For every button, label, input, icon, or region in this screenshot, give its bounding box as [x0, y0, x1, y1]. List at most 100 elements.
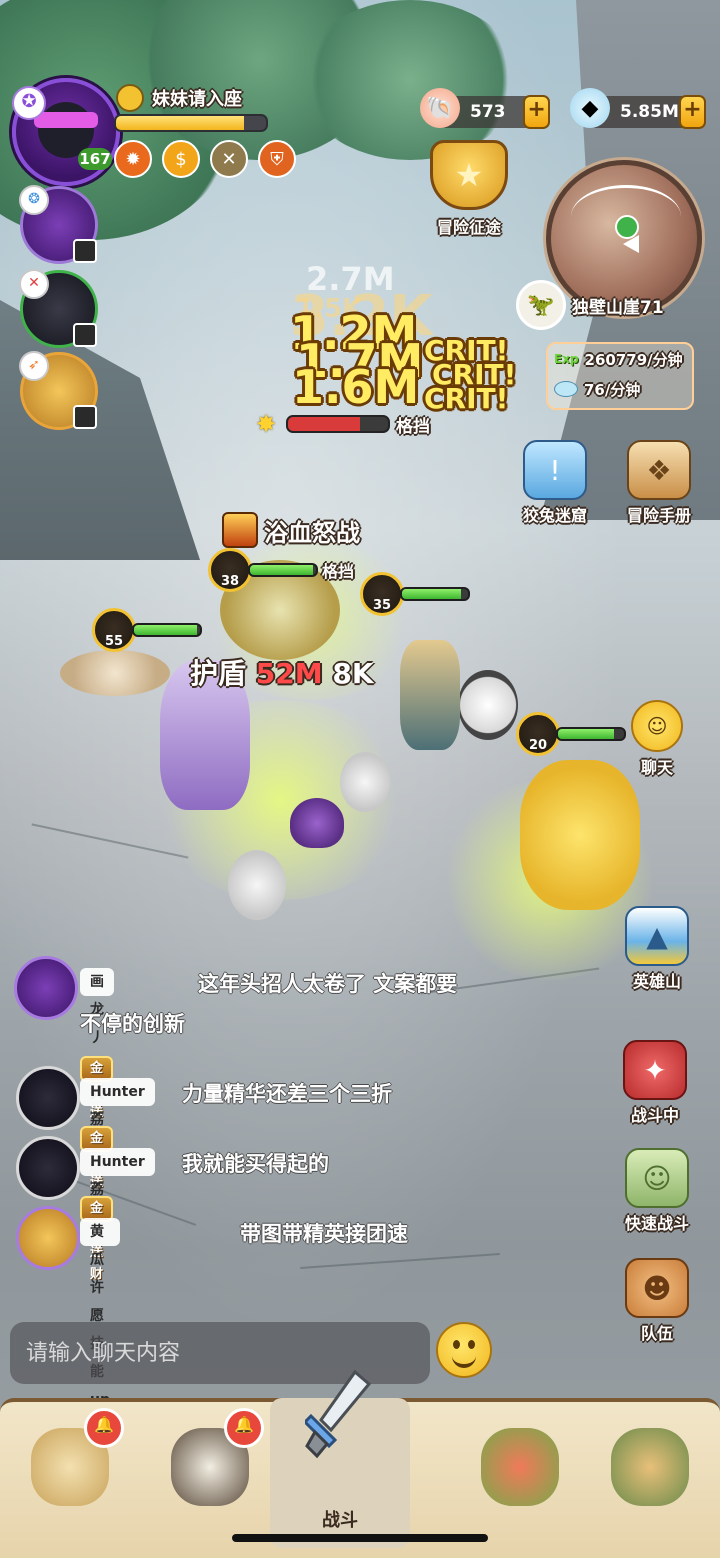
- handbook-label: 冒险手册: [626, 506, 691, 525]
- dragon-hero-icon: [481, 1428, 559, 1506]
- fighting-button[interactable]: ✦ 战斗中: [610, 1040, 700, 1126]
- ground-crack: [300, 1253, 500, 1269]
- shield-buff-icon[interactable]: ⛨: [258, 140, 296, 178]
- notification-bell-icon: 🔔: [224, 1408, 264, 1448]
- chat-text-continued: 不停的创新: [80, 1012, 185, 1036]
- tab-hero-3[interactable]: [460, 1412, 580, 1522]
- tab-hero-2[interactable]: 🔔: [150, 1408, 270, 1522]
- unit-level: 35: [360, 572, 404, 616]
- boss-status: ✸ 格挡: [252, 410, 430, 438]
- chat-button[interactable]: ☺ 聊天: [612, 700, 702, 778]
- unit-status: 38 格挡: [208, 548, 354, 592]
- player-name-row: 妹妹请入座: [116, 84, 242, 112]
- guild-badge-icon: ✪: [12, 86, 46, 120]
- add-gems-button[interactable]: +: [678, 95, 706, 129]
- shield-value: 52M: [255, 657, 323, 690]
- player-exp-fill: [116, 116, 244, 130]
- stage-info[interactable]: 🦖 独壁山崖71: [516, 280, 664, 330]
- add-shells-button[interactable]: +: [523, 95, 550, 129]
- shield-label: 护盾: [190, 657, 247, 690]
- expand-icon: [73, 323, 97, 347]
- quick-battle-button[interactable]: ☺ 快速战斗: [612, 1148, 702, 1234]
- adventure-quest-label: 冒险征途: [436, 218, 501, 237]
- maze-label: 狡兔迷窟: [522, 506, 587, 525]
- panda-hero: [458, 670, 518, 740]
- exp-rate: 260779/分钟: [584, 350, 683, 369]
- maze-button[interactable]: ! 狡兔迷窟: [510, 440, 600, 526]
- chat-username[interactable]: 黄瓜许愿技能up: [80, 1218, 120, 1408]
- player-level-badge: 167: [78, 148, 112, 170]
- chat-user-avatar[interactable]: [16, 1136, 80, 1200]
- exp-rate-row: Exp 260779/分钟: [548, 344, 692, 374]
- player-exp-bar: [114, 114, 268, 132]
- chat-text: 力量精华还差三个三折: [182, 1082, 392, 1106]
- handbook-button[interactable]: ❖ 冒险手册: [614, 440, 704, 526]
- teammate-avatar-3[interactable]: ➶: [19, 351, 98, 430]
- tab-hero-1[interactable]: 🔔: [10, 1408, 130, 1522]
- tab-battle[interactable]: 战斗: [270, 1370, 410, 1548]
- bow-tag-icon: ➶: [19, 351, 49, 381]
- unit-level: 38: [208, 548, 252, 592]
- emoji-button[interactable]: [436, 1322, 492, 1378]
- unit-hp-bar: [248, 563, 318, 577]
- cliff-rock: [0, 300, 200, 560]
- game-screen: ✪ 167 妹妹请入座 ✹ $ ✕ ⛨ ❂ ✕ ➶ 🐚 573 + ◆ 5.85…: [0, 0, 720, 1558]
- unit-hp-fill: [402, 589, 462, 599]
- unit-hp-fill: [558, 729, 615, 739]
- elemental-tag-icon: ❂: [19, 185, 49, 215]
- notification-bell-icon: 🔔: [84, 1408, 124, 1448]
- unit-hp-fill: [250, 565, 313, 575]
- chat-user-avatar[interactable]: [14, 956, 78, 1020]
- expand-icon: [73, 239, 97, 263]
- star-emblem-icon: ★: [430, 140, 508, 210]
- white-pet: [340, 752, 390, 812]
- unit-status: 35: [360, 572, 470, 616]
- coin-buff-icon[interactable]: $: [162, 140, 200, 178]
- rage-skill-icon: [222, 512, 258, 548]
- adventure-quest-button[interactable]: ★ 冒险征途: [424, 140, 514, 237]
- damage-number: 1.6M: [292, 360, 420, 414]
- chat-user-avatar[interactable]: [16, 1066, 80, 1130]
- axe-buff-icon[interactable]: ✕: [210, 140, 248, 178]
- shell-currency: 🐚 573 +: [420, 88, 550, 129]
- chat-user-avatar[interactable]: [16, 1206, 80, 1270]
- purple-slime: [290, 798, 344, 848]
- teammate-avatar-2[interactable]: ✕: [19, 269, 98, 348]
- gem-icon: ◆: [570, 88, 610, 128]
- chat-emoji-icon: ☺: [631, 700, 683, 752]
- chat-username[interactable]: Hunter荔: [80, 1148, 155, 1198]
- tribal-hero: [400, 640, 460, 750]
- chat-username[interactable]: Hunter荔: [80, 1078, 155, 1128]
- boss-star-icon: ✸: [255, 410, 277, 438]
- boss-hp-bar: [286, 415, 390, 433]
- crit-label: CRIT!: [424, 382, 509, 415]
- mountain-icon: ▲: [625, 906, 689, 966]
- gem-currency: ◆ 5.85M +: [570, 88, 706, 129]
- team-label: 队伍: [640, 1324, 673, 1343]
- team-button[interactable]: ☻ 队伍: [612, 1258, 702, 1344]
- boss-block-label: 格挡: [396, 416, 430, 437]
- fox-pet: [60, 650, 170, 696]
- unit-hp-fill: [134, 625, 197, 635]
- gem-amount: 5.85M: [620, 102, 679, 122]
- title-emoji-icon: [116, 84, 144, 112]
- tab-hero-4[interactable]: [590, 1412, 710, 1522]
- direction-arrow-icon: [623, 235, 639, 253]
- fighting-label: 战斗中: [630, 1106, 679, 1125]
- tab-battle-label: 战斗: [322, 1510, 358, 1531]
- chat-text: 这年头招人太卷了 文案都要: [198, 972, 458, 996]
- handbook-icon: ❖: [627, 440, 691, 500]
- maze-icon: !: [523, 440, 587, 500]
- hero-mountain-label: 英雄山: [632, 972, 681, 991]
- chat-username[interactable]: 画龙丿擎天: [80, 968, 114, 1102]
- flame-buff-icon[interactable]: ✹: [114, 140, 152, 178]
- gem-rate-icon: [554, 381, 578, 397]
- chat-text: 带图带精英接团速: [240, 1222, 408, 1246]
- unit-status: 55: [92, 608, 202, 652]
- unit-hp-bar: [132, 623, 202, 637]
- unit-status: 20: [516, 712, 626, 756]
- teammate-avatar-1[interactable]: ❂: [19, 185, 98, 264]
- hero-mountain-button[interactable]: ▲ 英雄山: [612, 906, 702, 992]
- quick-battle-label: 快速战斗: [624, 1214, 689, 1233]
- attack-tag-icon: ✕: [19, 269, 49, 299]
